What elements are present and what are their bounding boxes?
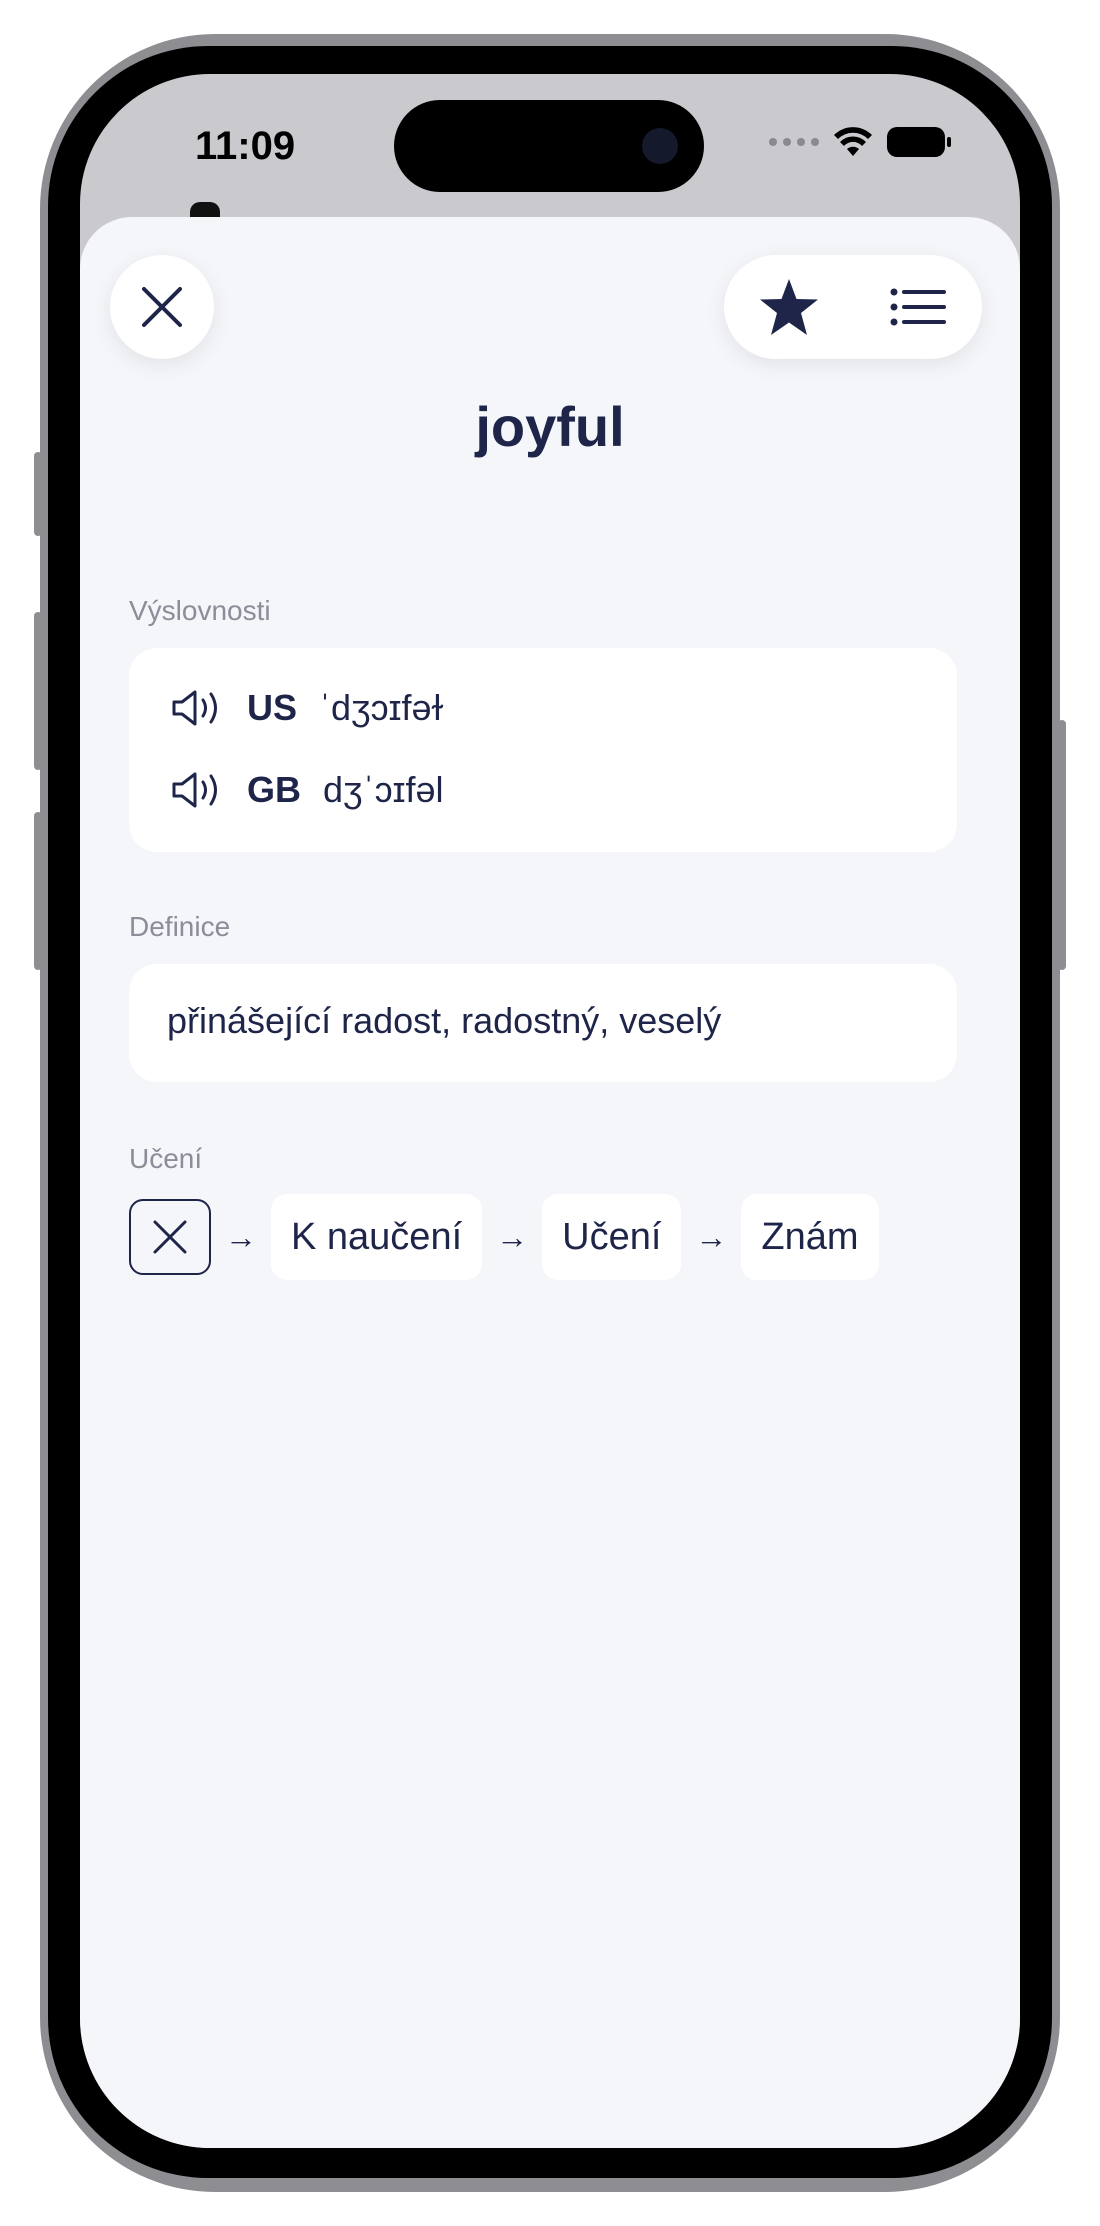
definition-card: přinášející radost, radostný, veselý — [129, 964, 957, 1082]
side-button-power — [1058, 720, 1066, 970]
pronunciation-region: GB — [247, 769, 301, 810]
pronunciations-card: US ˈdʒɔɪfəɫ GB dʒˈɔɪfəl — [129, 648, 957, 852]
dynamic-island — [394, 100, 704, 192]
definition-text: přinášející radost, radostný, veselý — [167, 1000, 722, 1041]
screen: 11:09 joyful Výslovnosti US ˈdʒɔɪfəɫ GB … — [80, 74, 1020, 2148]
arrow-icon: → — [225, 1218, 257, 1255]
side-button-volume-down — [34, 812, 42, 970]
battery-icon — [887, 127, 951, 157]
pronunciation-row-gb[interactable]: GB dʒˈɔɪfəl — [171, 760, 443, 820]
stage-to-learn-button[interactable]: K naučení — [271, 1194, 483, 1280]
speaker-icon[interactable] — [171, 770, 223, 810]
wifi-icon — [834, 127, 872, 156]
close-button[interactable] — [110, 255, 214, 359]
cellular-signal-icon — [769, 138, 819, 146]
status-icons — [769, 126, 951, 158]
side-button-volume-up — [34, 612, 42, 770]
learning-label: Učení — [129, 1143, 203, 1174]
camera-icon — [642, 128, 678, 164]
speaker-icon[interactable] — [171, 688, 223, 728]
pronunciation-ipa: ˈdʒɔɪfəɫ — [319, 687, 444, 728]
definition-label: Definice — [129, 911, 231, 942]
not-learning-button[interactable] — [129, 1199, 211, 1275]
pronunciation-region: US — [247, 687, 298, 728]
word-title: joyful — [475, 395, 625, 458]
close-icon — [142, 287, 182, 327]
list-button[interactable] — [866, 255, 970, 359]
pronunciations-label: Výslovnosti — [129, 595, 271, 626]
favorite-button[interactable] — [737, 255, 841, 359]
pronunciation-row-us[interactable]: US ˈdʒɔɪfəɫ — [171, 678, 443, 738]
stage-learning-button[interactable]: Učení — [542, 1194, 682, 1280]
star-icon — [759, 279, 818, 335]
side-button-action — [34, 452, 42, 536]
arrow-icon: → — [695, 1218, 728, 1255]
stage-known-button[interactable]: Znám — [741, 1194, 879, 1280]
word-detail-sheet: joyful Výslovnosti US ˈdʒɔɪfəɫ GB dʒˈɔɪf… — [80, 217, 1020, 2148]
pronunciation-ipa: dʒˈɔɪfəl — [323, 769, 444, 810]
learning-stages: → K naučení → Učení → Znám — [129, 1194, 879, 1280]
status-time: 11:09 — [195, 124, 296, 168]
list-icon — [890, 288, 946, 326]
header-actions — [724, 255, 982, 359]
arrow-icon: → — [496, 1218, 529, 1255]
close-icon — [153, 1220, 187, 1254]
